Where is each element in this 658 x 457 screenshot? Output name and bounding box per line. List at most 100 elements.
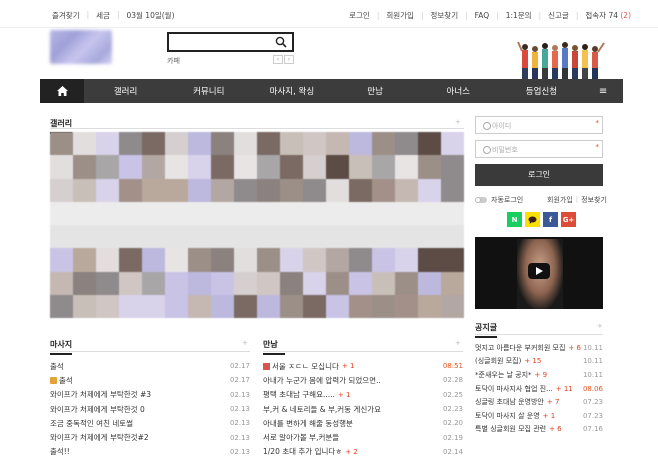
gallery-thumbnail-cell[interactable] xyxy=(326,271,349,295)
gallery-thumbnail-cell[interactable] xyxy=(50,201,73,225)
gallery-thumbnail-cell[interactable] xyxy=(96,155,119,179)
gallery-thumbnail-cell[interactable] xyxy=(280,225,303,249)
meeting-more-icon[interactable]: + xyxy=(455,339,461,347)
gallery-thumbnail-cell[interactable] xyxy=(257,225,280,249)
gallery-thumbnail-cell[interactable] xyxy=(418,178,441,202)
gallery-thumbnail-cell[interactable] xyxy=(326,155,349,179)
tax-link[interactable]: 세금 xyxy=(96,10,110,21)
gallery-thumbnail-cell[interactable] xyxy=(96,132,119,156)
list-item[interactable]: (싱글회원 모집) + 15 10.11 xyxy=(475,355,603,369)
list-item[interactable]: 와이프가 처제에게 부탁한것 #3 02.13 xyxy=(50,388,250,402)
nav-item-honors[interactable]: 아너스 xyxy=(417,85,500,97)
gallery-thumbnail-cell[interactable] xyxy=(50,132,73,156)
gallery-thumbnail-cell[interactable] xyxy=(418,271,441,295)
list-item[interactable]: 싱글링 초대남 운영방안 + 7 07.23 xyxy=(475,395,603,409)
gallery-thumbnail-cell[interactable] xyxy=(395,294,418,318)
gallery-thumbnail-cell[interactable] xyxy=(441,271,464,295)
gallery-thumbnail-cell[interactable] xyxy=(211,155,234,179)
gallery-thumbnail-cell[interactable] xyxy=(188,178,211,202)
gallery-thumbnail-cell[interactable] xyxy=(50,225,73,249)
gallery-thumbnail-cell[interactable] xyxy=(372,294,395,318)
gallery-thumbnail-cell[interactable] xyxy=(165,271,188,295)
find-info-link[interactable]: 정보찾기 xyxy=(431,10,459,21)
gallery-thumbnail-cell[interactable] xyxy=(211,225,234,249)
gallery-thumbnail-cell[interactable] xyxy=(73,132,96,156)
search-sub-label[interactable]: 카페 xyxy=(167,56,180,66)
list-item[interactable]: 아내를 변하게 해줄 동성행분 02.20 xyxy=(263,416,463,430)
gallery-thumbnail-cell[interactable] xyxy=(188,201,211,225)
gallery-thumbnail-cell[interactable] xyxy=(188,248,211,272)
gallery-thumbnail-cell[interactable] xyxy=(395,248,418,272)
list-item[interactable]: 와이프가 처제에게 부탁한것#2 02.13 xyxy=(50,430,250,444)
gallery-thumbnail-cell[interactable] xyxy=(165,225,188,249)
gallery-thumbnail-cell[interactable] xyxy=(165,132,188,156)
search-input[interactable] xyxy=(167,32,294,52)
gallery-thumbnail-cell[interactable] xyxy=(188,225,211,249)
nav-item-gallery[interactable]: 갤러리 xyxy=(84,85,167,97)
gallery-thumbnail-cell[interactable] xyxy=(142,294,165,318)
gallery-thumbnail-cell[interactable] xyxy=(165,178,188,202)
gallery-thumbnail-cell[interactable] xyxy=(211,294,234,318)
auto-login[interactable]: 자동로그인 xyxy=(475,195,523,205)
gallery-thumbnail-cell[interactable] xyxy=(234,271,257,295)
gallery-thumbnail-cell[interactable] xyxy=(303,178,326,202)
list-item[interactable]: *준새우는 날 공지* + 9 10.11 xyxy=(475,368,603,382)
gallery-thumbnail-cell[interactable] xyxy=(303,132,326,156)
google-icon[interactable]: G+ xyxy=(561,212,576,227)
gallery-thumbnail-cell[interactable] xyxy=(441,155,464,179)
gallery-thumbnail-cell[interactable] xyxy=(372,201,395,225)
gallery-thumbnail-cell[interactable] xyxy=(441,248,464,272)
password-field[interactable]: 비밀번호 * xyxy=(475,140,603,158)
sidebar-join-link[interactable]: 회원가입 xyxy=(547,195,573,205)
gallery-thumbnail-cell[interactable] xyxy=(372,225,395,249)
gallery-thumbnail-cell[interactable] xyxy=(96,178,119,202)
id-field[interactable]: 아이디 * xyxy=(475,116,603,134)
gallery-thumbnail-cell[interactable] xyxy=(257,155,280,179)
gallery-thumbnail-cell[interactable] xyxy=(119,294,142,318)
gallery-thumbnail-cell[interactable] xyxy=(303,201,326,225)
gallery-thumbnail-cell[interactable] xyxy=(372,132,395,156)
gallery-thumbnail-cell[interactable] xyxy=(96,225,119,249)
auto-login-toggle[interactable] xyxy=(475,197,487,203)
gallery-thumbnail-cell[interactable] xyxy=(142,178,165,202)
next-arrow-icon[interactable]: › xyxy=(284,55,294,64)
gallery-thumbnail-cell[interactable] xyxy=(73,294,96,318)
gallery-thumbnail-cell[interactable] xyxy=(142,225,165,249)
list-item[interactable]: 특별 싱글회원 모집 관련 + 6 07.16 xyxy=(475,423,603,437)
list-item[interactable]: 아내가 누군가 몸에 압력가 되었으면.. 02.28 xyxy=(263,373,463,387)
gallery-thumbnail-cell[interactable] xyxy=(326,294,349,318)
gallery-thumbnail-cell[interactable] xyxy=(395,132,418,156)
meeting-title[interactable]: 만남 xyxy=(263,339,285,355)
report-link[interactable]: 신고글 xyxy=(548,10,569,21)
video-player[interactable] xyxy=(475,237,603,309)
nav-item-community[interactable]: 커뮤니티 xyxy=(167,85,250,97)
gallery-thumbnail-cell[interactable] xyxy=(349,271,372,295)
gallery-thumbnail-cell[interactable] xyxy=(50,294,73,318)
gallery-thumbnail-cell[interactable] xyxy=(73,271,96,295)
gallery-thumbnail-cell[interactable] xyxy=(418,225,441,249)
gallery-thumbnail-cell[interactable] xyxy=(50,155,73,179)
gallery-thumbnail-cell[interactable] xyxy=(326,248,349,272)
gallery-thumbnail-cell[interactable] xyxy=(165,248,188,272)
gallery-grid[interactable] xyxy=(50,132,464,318)
gallery-thumbnail-cell[interactable] xyxy=(234,178,257,202)
site-logo[interactable] xyxy=(50,30,112,64)
gallery-thumbnail-cell[interactable] xyxy=(303,225,326,249)
gallery-thumbnail-cell[interactable] xyxy=(119,155,142,179)
gallery-thumbnail-cell[interactable] xyxy=(418,201,441,225)
gallery-thumbnail-cell[interactable] xyxy=(96,294,119,318)
gallery-thumbnail-cell[interactable] xyxy=(73,155,96,179)
list-item[interactable]: 부,커 & 네토리들 & 부,커동 게신가요 02.23 xyxy=(263,402,463,416)
notice-more-icon[interactable]: + xyxy=(597,322,603,330)
visitors-link[interactable]: 접속자 74 (2) xyxy=(585,10,631,21)
gallery-thumbnail-cell[interactable] xyxy=(441,294,464,318)
gallery-thumbnail-cell[interactable] xyxy=(257,271,280,295)
gallery-thumbnail-cell[interactable] xyxy=(142,132,165,156)
gallery-thumbnail-cell[interactable] xyxy=(372,178,395,202)
menu-icon[interactable]: ≡ xyxy=(583,86,623,97)
gallery-thumbnail-cell[interactable] xyxy=(119,201,142,225)
gallery-thumbnail-cell[interactable] xyxy=(165,294,188,318)
gallery-thumbnail-cell[interactable] xyxy=(188,294,211,318)
gallery-thumbnail-cell[interactable] xyxy=(234,132,257,156)
faq-link[interactable]: FAQ xyxy=(475,11,490,20)
